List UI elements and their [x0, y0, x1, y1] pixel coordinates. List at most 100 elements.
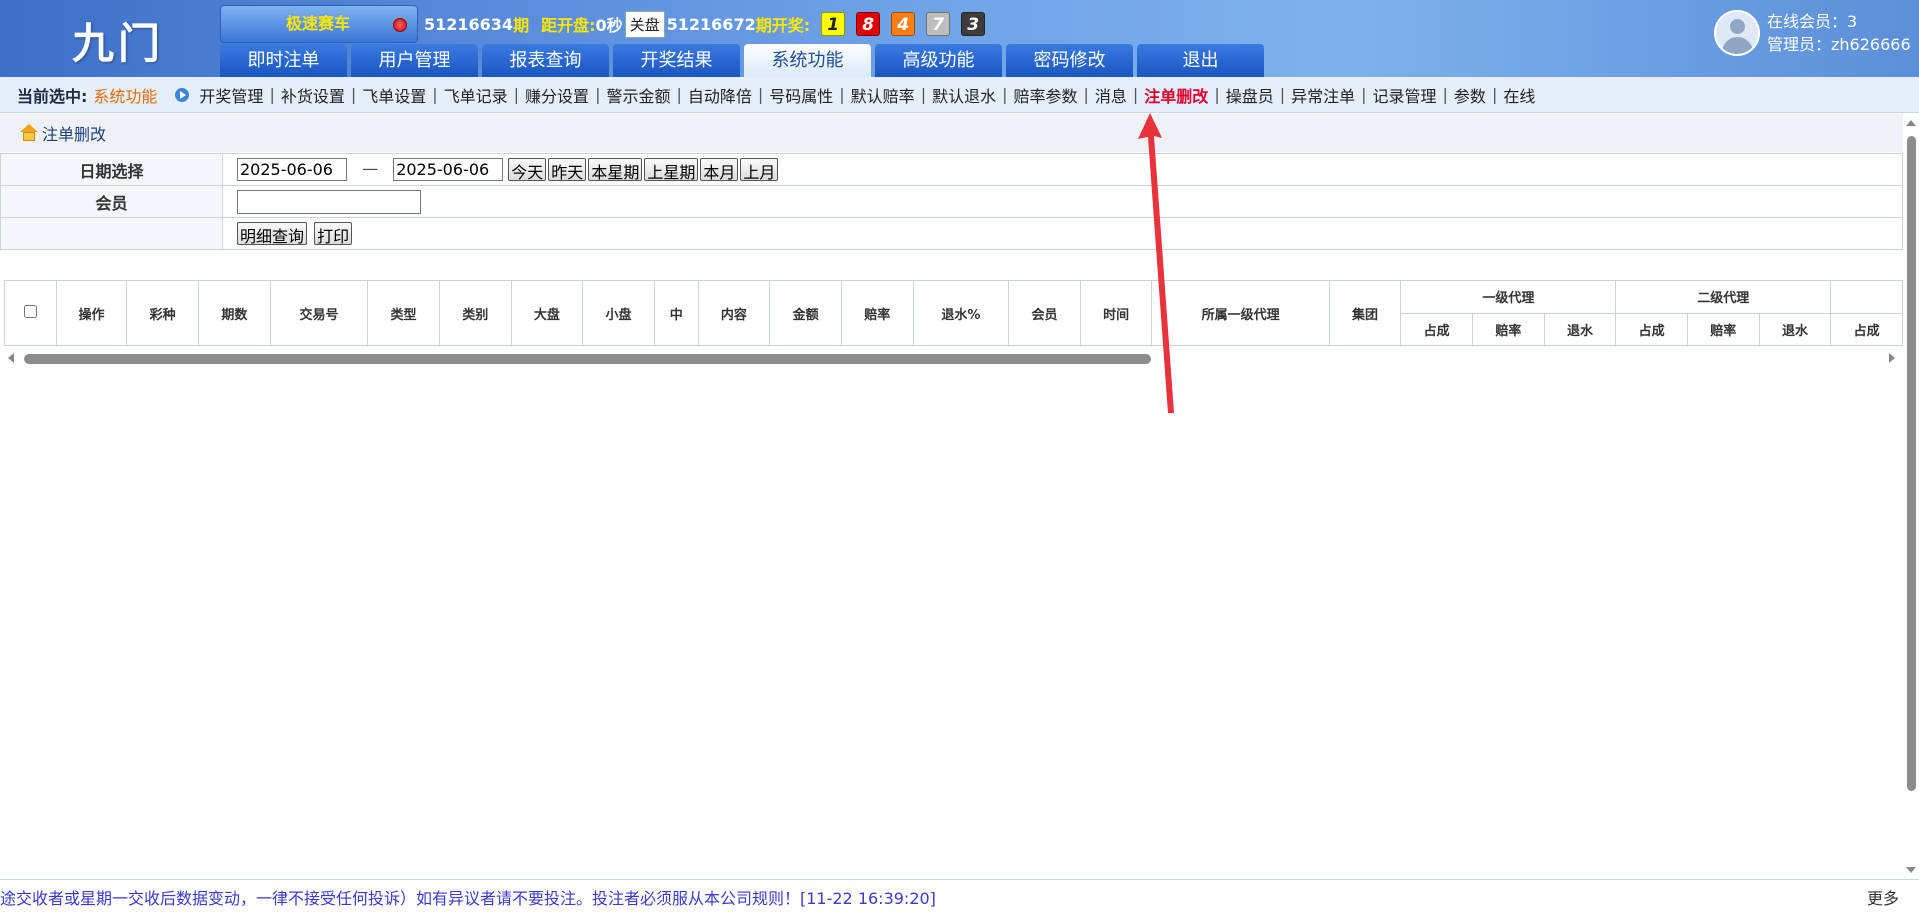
stop-icon[interactable]	[393, 18, 407, 32]
col-header: 金额	[769, 280, 842, 346]
countdown-value: 0秒	[595, 16, 623, 35]
sub-col-header: 赔率	[1686, 312, 1760, 346]
scroll-left-icon[interactable]	[8, 353, 14, 363]
col-header: 退水%	[912, 280, 1010, 346]
main-nav: 即时注单 用户管理 报表查询 开奖结果 系统功能 高级功能 密码修改 退出	[220, 44, 1268, 77]
date-from-input[interactable]	[237, 158, 347, 181]
home-icon	[20, 124, 38, 142]
date-to-input[interactable]	[393, 158, 504, 181]
this-month-button[interactable]: 本月	[700, 158, 739, 182]
submenu-item[interactable]: 赔率参数	[1013, 83, 1077, 107]
submenu-item[interactable]: 异常注单	[1291, 83, 1355, 107]
scroll-right-icon[interactable]	[1889, 353, 1895, 363]
sub-col-header: 占成	[1615, 312, 1688, 346]
admin-name: 管理员：zh626666	[1767, 35, 1911, 54]
date-separator: —	[362, 159, 379, 178]
more-link[interactable]: 更多	[1867, 885, 1899, 909]
print-button[interactable]: 打印	[314, 222, 353, 246]
submenu-item[interactable]: 参数	[1454, 83, 1486, 107]
col-header: 交易号	[269, 280, 369, 346]
submenu-item[interactable]: 自动降倍	[688, 83, 752, 107]
submenu-item[interactable]: 飞单记录	[444, 83, 508, 107]
col-header: 时间	[1079, 280, 1153, 346]
col-header: 彩种	[126, 280, 200, 346]
tab-reports[interactable]: 报表查询	[482, 44, 609, 77]
page-title: 注单删改	[42, 125, 107, 144]
col-header: 集团	[1328, 280, 1402, 346]
tab-logout[interactable]: 退出	[1137, 44, 1264, 77]
current-selection-label: 当前选中:	[17, 86, 88, 106]
top-header: 九门 极速赛车 51216634 期 距开盘: 0秒 关盘 51216672 期…	[0, 0, 1919, 77]
detail-query-button[interactable]: 明细查询	[237, 222, 308, 246]
current-selection-value: 系统功能	[93, 86, 158, 106]
submenu-item[interactable]: 在线	[1503, 83, 1535, 107]
submenu-item[interactable]: 消息	[1095, 83, 1127, 107]
last-week-button[interactable]: 上星期	[644, 158, 699, 182]
col-header: 中	[653, 280, 699, 346]
submenu-item[interactable]: 默认退水	[932, 83, 996, 107]
last-period: 51216672	[666, 14, 756, 34]
sub-col-header: 退水	[1543, 312, 1617, 346]
member-label: 会员	[0, 185, 223, 218]
sub-menu: 当前选中: 系统功能 开奖管理 | 补货设置 | 飞单设置 | 飞单记录 | 赚分设置 |…	[0, 77, 1919, 113]
col-header: 小盘	[582, 280, 655, 346]
col-header: 大盘	[510, 280, 584, 346]
online-members: 在线会员：3	[1767, 12, 1858, 31]
vertical-scrollbar[interactable]	[1903, 114, 1919, 879]
result-ball: 7	[926, 12, 951, 36]
this-week-button[interactable]: 本星期	[588, 158, 643, 182]
col-header: 赔率	[840, 280, 914, 346]
empty-label-cell	[0, 217, 223, 250]
scroll-up-icon[interactable]	[1906, 120, 1916, 126]
game-name: 极速赛车	[286, 14, 351, 33]
tab-system-functions[interactable]: 系统功能	[744, 44, 871, 77]
submenu-item[interactable]: 赚分设置	[525, 83, 589, 107]
submenu-item[interactable]: 操盘员	[1226, 83, 1274, 107]
tab-change-password[interactable]: 密码修改	[1006, 44, 1133, 77]
tab-user-management[interactable]: 用户管理	[351, 44, 478, 77]
col-header: 类别	[438, 280, 512, 346]
today-button[interactable]: 今天	[508, 158, 547, 182]
col-header: 期数	[198, 280, 271, 346]
sub-col-header: 退水	[1758, 312, 1832, 346]
scroll-thumb[interactable]	[24, 354, 1151, 364]
draw-label: 期开奖:	[755, 16, 811, 35]
notice-ticker: 途交收者或星期一交收后数据变动，一律不接受任何投诉）如有异议者请不要投注。投注者…	[0, 888, 936, 908]
submenu-item[interactable]: 开奖管理	[199, 83, 263, 107]
scroll-down-icon[interactable]	[1906, 867, 1916, 873]
tab-advanced[interactable]: 高级功能	[875, 44, 1002, 77]
submenu-item[interactable]: 警示金额	[606, 83, 670, 107]
current-period: 51216634	[424, 14, 514, 34]
result-ball: 8	[856, 12, 881, 36]
submenu-item[interactable]: 补货设置	[281, 83, 345, 107]
group-header-agent1: 一级代理	[1400, 280, 1617, 314]
col-header: 类型	[367, 280, 440, 346]
last-month-button[interactable]: 上月	[740, 158, 779, 182]
bets-table: 操作 彩种 期数 交易号 类型 类别 大盘 小盘 中 内容 金额 赔率 退水% …	[4, 280, 1903, 346]
submenu-item-active[interactable]: 注单删改	[1144, 83, 1208, 107]
tab-instant-bets[interactable]: 即时注单	[220, 44, 347, 77]
submenu-item[interactable]: 默认赔率	[851, 83, 915, 107]
result-ball: 1	[821, 12, 846, 36]
game-selector[interactable]: 极速赛车	[220, 5, 418, 43]
submenu-item[interactable]: 号码属性	[769, 83, 833, 107]
countdown-label: 距开盘:	[541, 16, 596, 35]
scroll-thumb[interactable]	[1907, 136, 1916, 791]
sub-col-header: 占成	[1830, 312, 1903, 346]
submenu-item[interactable]: 飞单设置	[362, 83, 426, 107]
member-input[interactable]	[237, 189, 421, 214]
group-header-agent2: 二级代理	[1615, 280, 1832, 314]
submenu-item[interactable]: 记录管理	[1373, 83, 1437, 107]
yesterday-button[interactable]: 昨天	[548, 158, 587, 182]
footer-bar: 途交收者或星期一交收后数据变动，一律不接受任何投诉）如有异议者请不要投注。投注者…	[0, 879, 1919, 913]
tab-draw-results[interactable]: 开奖结果	[613, 44, 740, 77]
period-suffix: 期	[513, 16, 530, 35]
select-all-checkbox[interactable]	[23, 304, 37, 318]
result-ball: 3	[961, 12, 986, 36]
result-ball: 4	[891, 12, 916, 36]
draw-info: 51216634 期 距开盘: 0秒 关盘 51216672 期开奖: 1 8 …	[424, 10, 986, 38]
horizontal-scrollbar[interactable]	[4, 350, 1903, 367]
close-status: 关盘	[624, 10, 665, 38]
user-info: 在线会员：3 管理员：zh626666	[1767, 10, 1911, 56]
col-header: 操作	[55, 280, 128, 346]
